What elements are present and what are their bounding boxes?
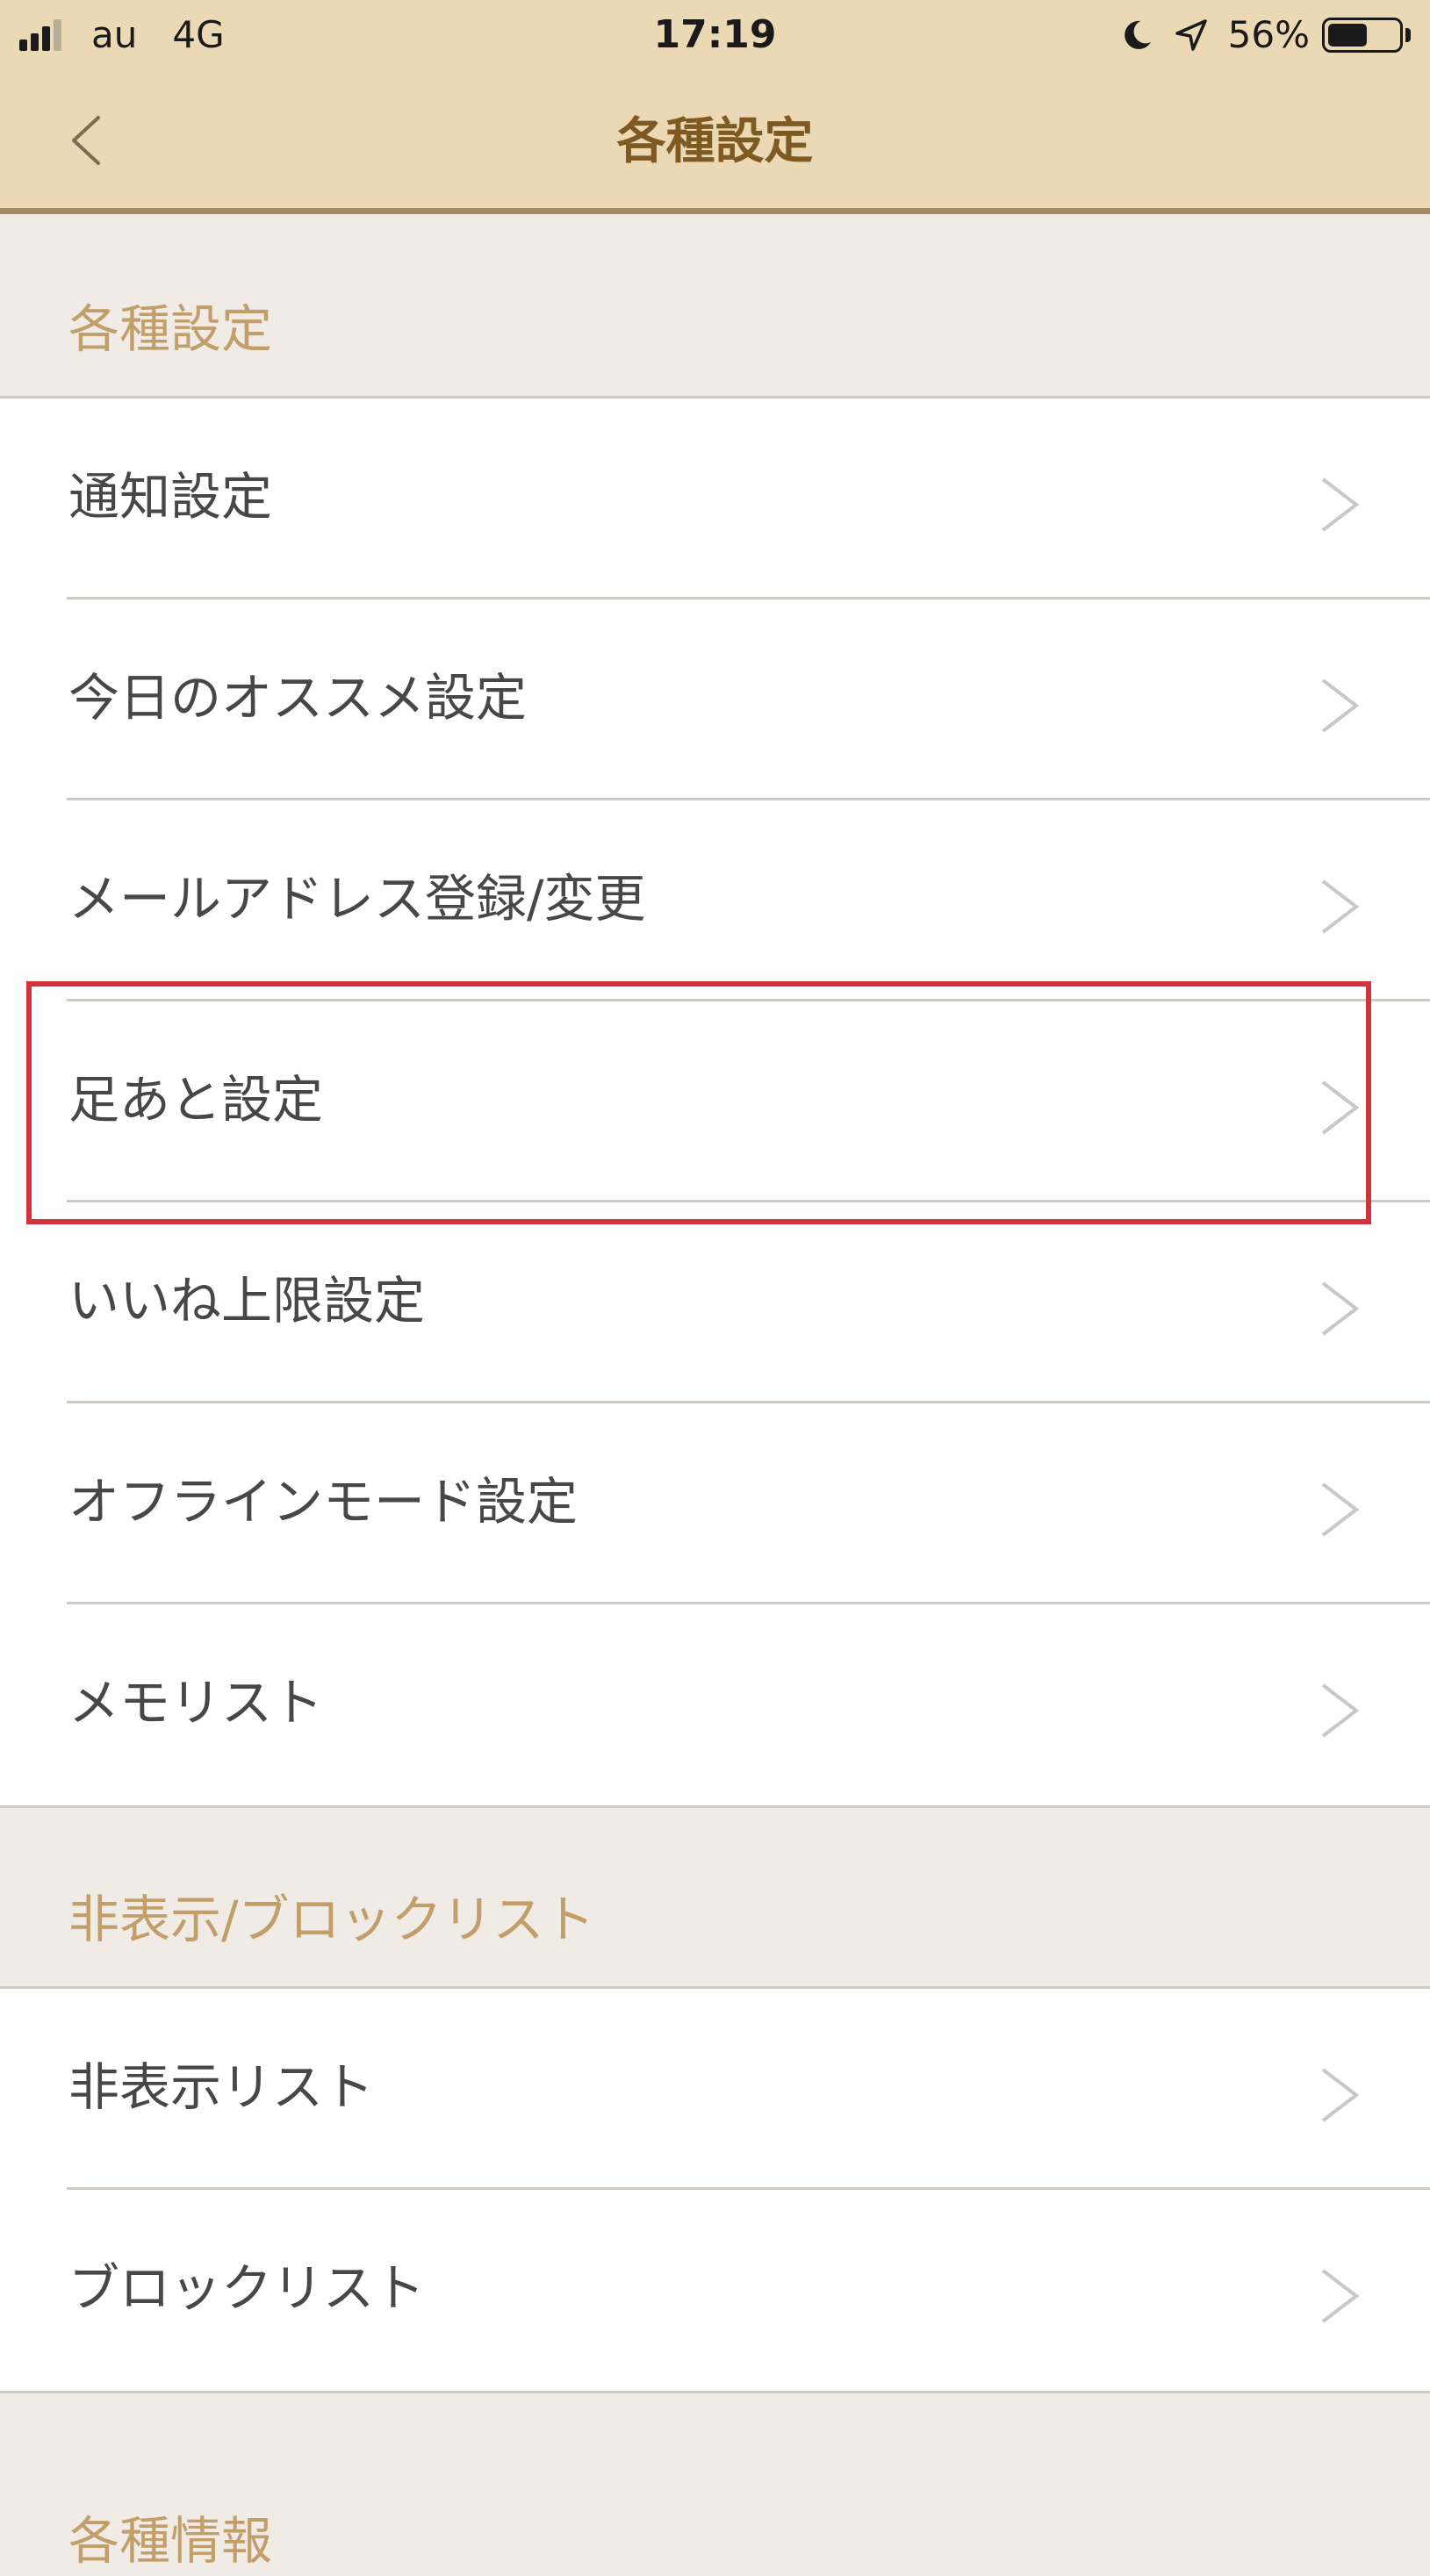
list-item-block-list[interactable]: ブロックリスト bbox=[0, 2190, 1430, 2391]
section-header-settings: 各種設定 bbox=[0, 214, 1430, 398]
page-title: 各種設定 bbox=[616, 113, 814, 170]
section-title: 各種設定 bbox=[68, 299, 273, 359]
list-item-label: 非表示リスト bbox=[68, 2057, 375, 2117]
list-item-label: 通知設定 bbox=[68, 467, 273, 527]
list-item-label: メールアドレス登録/変更 bbox=[68, 869, 646, 929]
section-title: 非表示/ブロックリスト bbox=[68, 1890, 595, 1949]
chevron-right-icon bbox=[1321, 1683, 1360, 1738]
section-header-hidden-block: 非表示/ブロックリスト bbox=[0, 1808, 1430, 1989]
moon-icon bbox=[1124, 20, 1151, 49]
chevron-right-icon bbox=[1321, 477, 1360, 532]
chevron-right-icon bbox=[1321, 879, 1360, 934]
list-item-memo-list[interactable]: メモリスト bbox=[0, 1604, 1430, 1805]
settings-content: 各種設定 通知設定 今日のオススメ設定 メールアドレス登録/変更 足あと設定 い… bbox=[0, 214, 1430, 2574]
list-item-label: 足あと設定 bbox=[68, 1070, 324, 1130]
list-item-notification-settings[interactable]: 通知設定 bbox=[0, 398, 1430, 599]
chevron-right-icon bbox=[1321, 678, 1360, 733]
status-right: 56% bbox=[1119, 12, 1411, 58]
hidden-block-list: 非表示リスト ブロックリスト bbox=[0, 1989, 1430, 2393]
chevron-right-icon bbox=[1321, 2269, 1360, 2323]
list-item-offline-mode-settings[interactable]: オフラインモード設定 bbox=[0, 1403, 1430, 1604]
chevron-right-icon bbox=[1321, 1080, 1360, 1135]
settings-list: 通知設定 今日のオススメ設定 メールアドレス登録/変更 足あと設定 いいね上限設… bbox=[0, 398, 1430, 1808]
location-icon bbox=[1175, 19, 1207, 51]
list-item-recommend-settings[interactable]: 今日のオススメ設定 bbox=[0, 599, 1430, 800]
list-item-email-settings[interactable]: メールアドレス登録/変更 bbox=[0, 800, 1430, 1001]
chevron-right-icon bbox=[1321, 2068, 1360, 2122]
battery-icon bbox=[1322, 18, 1403, 53]
chevron-right-icon bbox=[1321, 1482, 1360, 1537]
list-item-footprint-settings[interactable]: 足あと設定 bbox=[0, 1001, 1430, 1202]
section-header-info: 各種情報 bbox=[0, 2393, 1430, 2574]
list-item-label: いいね上限設定 bbox=[68, 1271, 426, 1331]
battery-percent: 56% bbox=[1227, 13, 1310, 56]
section-title: 各種情報 bbox=[68, 2511, 273, 2571]
status-bar: au 4G 17:19 56% bbox=[0, 0, 1430, 70]
chevron-right-icon bbox=[1321, 1281, 1360, 1336]
list-item-label: メモリスト bbox=[68, 1673, 324, 1733]
nav-bar: 各種設定 bbox=[0, 70, 1430, 214]
list-item-hidden-list[interactable]: 非表示リスト bbox=[0, 1989, 1430, 2190]
list-item-label: ブロックリスト bbox=[68, 2258, 426, 2318]
list-item-label: オフラインモード設定 bbox=[68, 1472, 578, 1532]
list-item-label: 今日のオススメ設定 bbox=[68, 668, 528, 728]
list-item-like-limit-settings[interactable]: いいね上限設定 bbox=[0, 1202, 1430, 1403]
battery-cap bbox=[1405, 28, 1411, 42]
battery-level bbox=[1328, 24, 1367, 47]
